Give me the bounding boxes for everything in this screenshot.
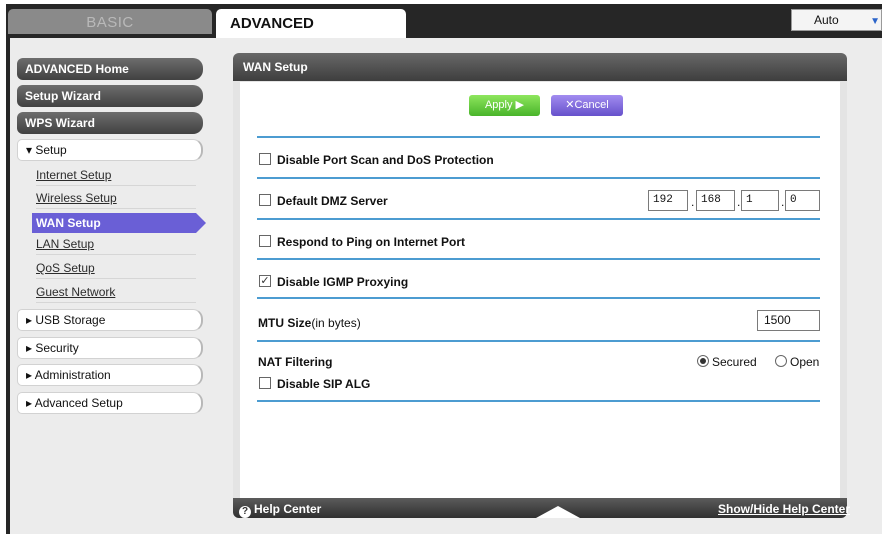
ip-dot: . xyxy=(737,195,741,209)
nat-open-label: Open xyxy=(790,355,820,369)
separator xyxy=(257,297,820,299)
separator xyxy=(257,136,820,138)
nav-wps-wizard[interactable]: WPS Wizard xyxy=(17,112,203,134)
language-value: Auto xyxy=(814,13,839,27)
ip-dot: . xyxy=(691,195,695,209)
help-icon: ? xyxy=(239,506,251,518)
dmz-checkbox[interactable] xyxy=(259,194,271,206)
separator xyxy=(257,400,820,402)
nav-setup-wizard[interactable]: Setup Wizard xyxy=(17,85,203,107)
mtu-label-bold: MTU Size xyxy=(258,316,312,330)
sip-alg-checkbox[interactable] xyxy=(259,377,271,389)
nav-group-security[interactable]: ▸ Security xyxy=(17,337,203,359)
language-select[interactable]: Auto ▼ xyxy=(791,9,882,31)
separator xyxy=(257,258,820,260)
chevron-down-icon[interactable]: ▼ xyxy=(870,12,880,32)
mtu-label-suffix: (in bytes) xyxy=(311,316,361,330)
dmz-label: Default DMZ Server xyxy=(277,194,388,208)
nat-secured-radio[interactable] xyxy=(697,355,709,367)
nat-filtering-label: NAT Filtering xyxy=(258,355,333,369)
apply-button[interactable]: Apply ▶ xyxy=(469,95,540,116)
nav-group-usb-storage[interactable]: ▸ USB Storage xyxy=(17,309,203,331)
show-hide-help-link[interactable]: Show/Hide Help Center xyxy=(718,502,850,516)
separator xyxy=(257,218,820,220)
mtu-label: MTU Size(in bytes) xyxy=(258,316,361,330)
dmz-ip-octet-3[interactable]: 1 xyxy=(741,190,779,211)
dmz-ip-octet-4[interactable]: 0 xyxy=(785,190,820,211)
nav-group-setup[interactable]: ▾ Setup xyxy=(17,139,203,161)
cancel-button[interactable]: ✕Cancel xyxy=(551,95,623,116)
nav-internet-setup[interactable]: Internet Setup xyxy=(36,166,196,186)
help-center-link[interactable]: ? Help Center xyxy=(239,502,321,518)
ping-checkbox[interactable] xyxy=(259,235,271,247)
nav-guest-network[interactable]: Guest Network xyxy=(36,283,196,303)
content-area xyxy=(240,82,840,498)
page-title: WAN Setup xyxy=(233,53,847,81)
nav-advanced-home[interactable]: ADVANCED Home xyxy=(17,58,203,80)
nav-lan-setup[interactable]: LAN Setup xyxy=(36,235,196,255)
mtu-input[interactable]: 1500 xyxy=(757,310,820,331)
tab-advanced[interactable]: ADVANCED xyxy=(216,9,406,38)
nav-qos-setup[interactable]: QoS Setup xyxy=(36,259,196,279)
nav-wireless-setup[interactable]: Wireless Setup xyxy=(36,189,196,209)
nav-wan-setup[interactable]: WAN Setup xyxy=(32,213,206,233)
port-scan-checkbox[interactable] xyxy=(259,153,271,165)
dmz-ip-octet-1[interactable]: 192 xyxy=(648,190,688,211)
nav-group-administration[interactable]: ▸ Administration xyxy=(17,364,203,386)
port-scan-label: Disable Port Scan and DoS Protection xyxy=(277,153,494,167)
dmz-ip-octet-2[interactable]: 168 xyxy=(696,190,735,211)
ip-dot: . xyxy=(781,195,785,209)
nat-secured-label: Secured xyxy=(712,355,757,369)
ping-label: Respond to Ping on Internet Port xyxy=(277,235,465,249)
tab-basic[interactable]: BASIC xyxy=(8,9,212,34)
igmp-checkbox[interactable]: ✓ xyxy=(259,275,271,287)
separator xyxy=(257,177,820,179)
sip-alg-label: Disable SIP ALG xyxy=(277,377,371,391)
expand-help-icon[interactable] xyxy=(536,506,580,518)
nat-open-radio[interactable] xyxy=(775,355,787,367)
separator xyxy=(257,340,820,342)
help-center-label: Help Center xyxy=(254,502,322,516)
nav-group-advanced-setup[interactable]: ▸ Advanced Setup xyxy=(17,392,203,414)
igmp-label: Disable IGMP Proxying xyxy=(277,275,409,289)
